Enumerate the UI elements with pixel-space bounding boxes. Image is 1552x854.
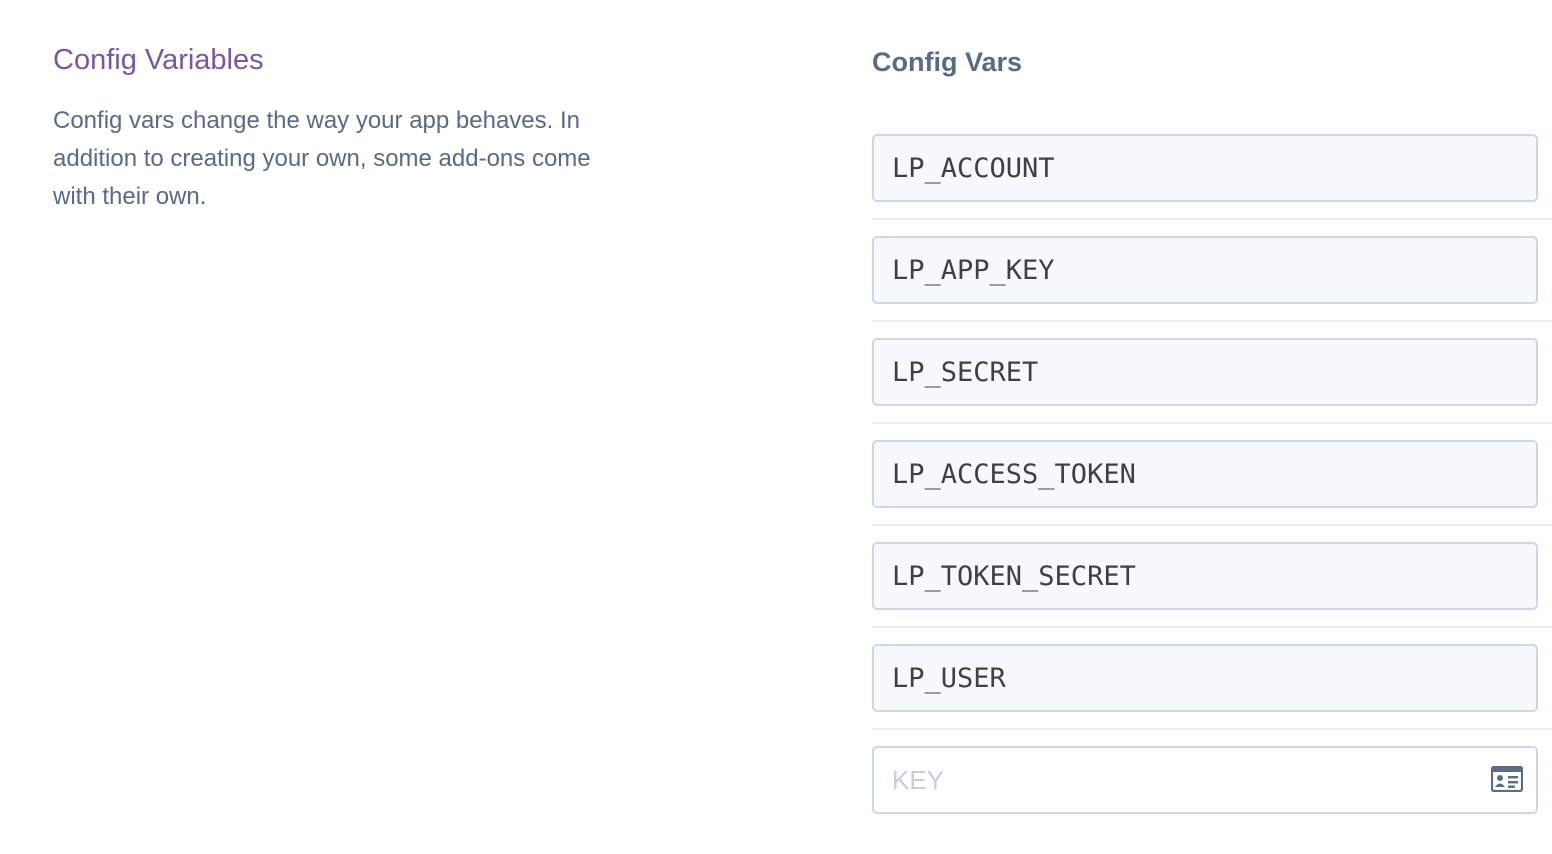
config-var-row	[872, 542, 1552, 628]
id-card-icon[interactable]	[1491, 766, 1523, 792]
config-var-key-input[interactable]	[872, 542, 1538, 610]
config-var-list	[872, 134, 1552, 830]
config-vars-page: Config Variables Config vars change the …	[0, 0, 1552, 854]
new-key-input[interactable]	[872, 746, 1538, 814]
new-config-var-row	[872, 746, 1552, 830]
config-var-key-input[interactable]	[872, 440, 1538, 508]
config-vars-heading: Config Vars	[872, 47, 1023, 77]
config-var-key-input[interactable]	[872, 644, 1538, 712]
section-info: Config Variables Config vars change the …	[53, 40, 623, 216]
config-var-row	[872, 134, 1552, 220]
config-vars-panel: Config Vars	[872, 40, 1552, 846]
config-var-row	[872, 338, 1552, 424]
config-var-row	[872, 236, 1552, 322]
config-var-key-input[interactable]	[872, 338, 1538, 406]
section-title: Config Variables	[53, 44, 264, 76]
section-description: Config vars change the way your app beha…	[53, 107, 591, 210]
config-var-row	[872, 440, 1552, 526]
config-var-key-input[interactable]	[872, 236, 1538, 304]
config-var-key-input[interactable]	[872, 134, 1538, 202]
config-var-row	[872, 644, 1552, 730]
